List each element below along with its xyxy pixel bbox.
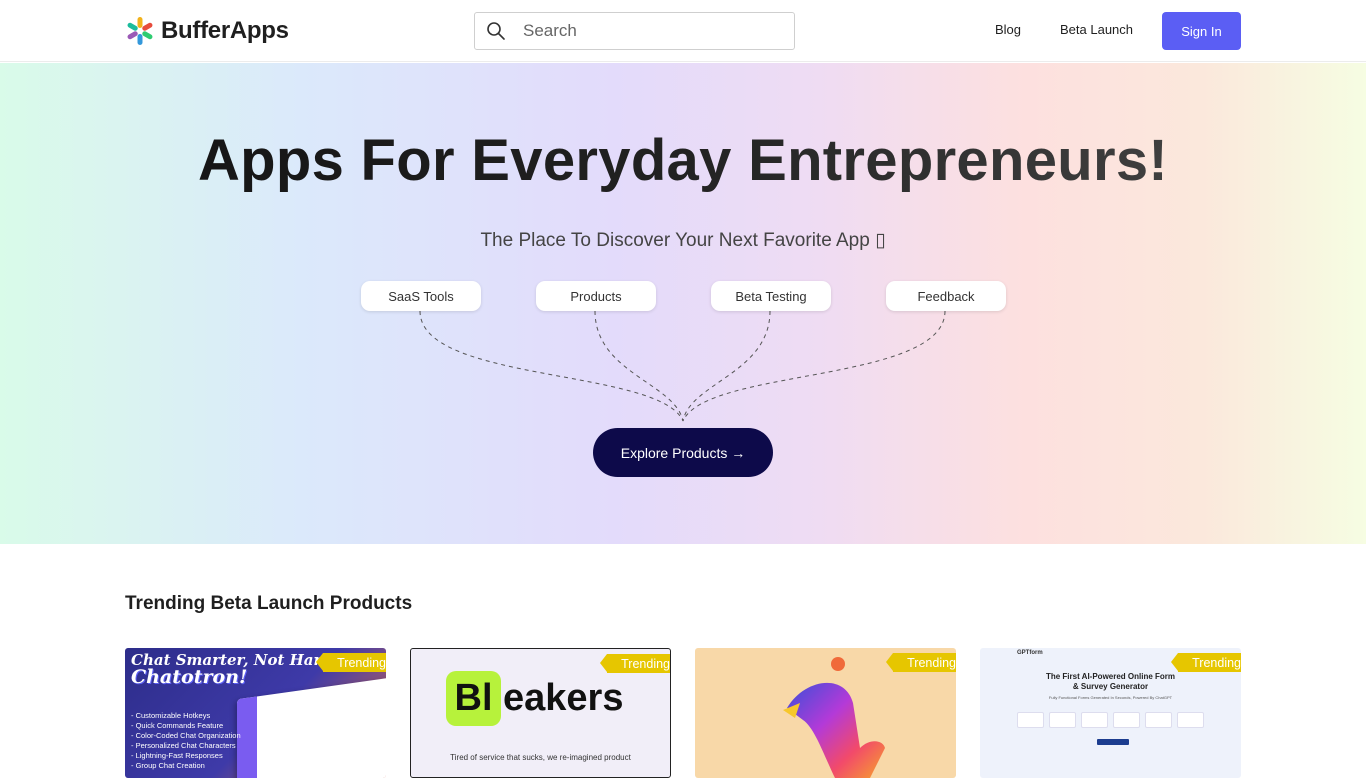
trending-badge: Trending	[600, 654, 670, 684]
pill-products[interactable]: Products	[536, 281, 656, 311]
app-screenshot	[237, 676, 386, 778]
feature-tile	[1145, 712, 1172, 728]
bleakers-logo: Bl eakers	[446, 671, 623, 726]
feature-tile	[1081, 712, 1108, 728]
feature-item: - Lightning-Fast Responses	[131, 751, 223, 760]
feature-tiles	[1017, 712, 1204, 728]
pill-feedback[interactable]: Feedback	[886, 281, 1006, 311]
feature-item: - Group Chat Creation	[131, 761, 205, 770]
sign-in-button[interactable]: Sign In	[1162, 12, 1241, 50]
brand-name: BufferApps	[161, 17, 289, 44]
gptform-logo: GPTform	[1017, 650, 1043, 656]
trending-badge: Trending	[1171, 653, 1241, 683]
product-card-bird[interactable]: Trending	[695, 648, 956, 778]
product-card-gptform[interactable]: GPTform The First AI-Powered Online Form…	[980, 648, 1241, 778]
bufferapps-logo-icon	[127, 17, 153, 45]
feature-tile	[1113, 712, 1140, 728]
search-box[interactable]	[474, 12, 795, 50]
card-cta-button	[1097, 739, 1129, 745]
card-product-name: Chatotron!	[131, 666, 248, 688]
feature-tile	[1177, 712, 1204, 728]
product-card-chatotron[interactable]: Chat Smarter, Not Harder with Chatotron!…	[125, 648, 386, 778]
feature-item: - Customizable Hotkeys	[131, 711, 211, 720]
nav-link-beta-launch[interactable]: Beta Launch	[1060, 22, 1133, 37]
hero-section: Apps For Everyday Entrepreneurs! The Pla…	[0, 63, 1366, 544]
site-header: BufferApps Blog Beta Launch Sign In	[0, 0, 1366, 62]
feature-item: - Personalized Chat Characters	[131, 741, 236, 750]
pill-beta-testing[interactable]: Beta Testing	[711, 281, 831, 311]
product-card-bleakers[interactable]: Bl eakers Tired of service that sucks, w…	[410, 648, 671, 778]
pill-saas-tools[interactable]: SaaS Tools	[361, 281, 481, 311]
nav-link-blog[interactable]: Blog	[995, 22, 1021, 37]
trending-section-title: Trending Beta Launch Products	[125, 593, 413, 614]
feature-tile	[1049, 712, 1076, 728]
search-icon	[487, 22, 505, 40]
card-tagline: Tired of service that sucks, we re-imagi…	[450, 753, 631, 762]
feature-item: - Color-Coded Chat Organization	[131, 731, 241, 740]
search-input[interactable]	[523, 21, 773, 41]
card-title: The First AI-Powered Online Form & Surve…	[1045, 672, 1176, 691]
logo-box: Bl	[446, 671, 501, 726]
card-subtitle: Fully Functional Forms Generated In Seco…	[1048, 695, 1173, 700]
brand-logo[interactable]: BufferApps	[125, 16, 289, 46]
trending-badge: Trending	[886, 653, 956, 683]
logo-text: eakers	[503, 677, 624, 719]
feature-tile	[1017, 712, 1044, 728]
explore-products-button[interactable]: Explore Products →	[593, 428, 773, 477]
feature-item: - Quick Commands Feature	[131, 721, 224, 730]
feature-list: - Customizable Hotkeys - Quick Commands …	[131, 711, 241, 771]
trending-badge: Trending	[316, 653, 386, 683]
